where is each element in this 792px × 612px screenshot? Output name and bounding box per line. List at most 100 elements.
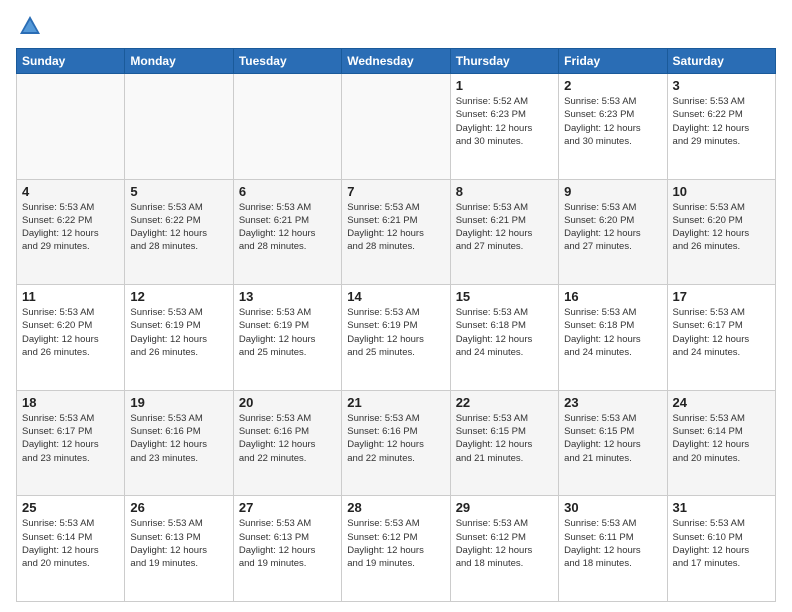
day-number: 17 (673, 289, 770, 304)
cell-details: Sunrise: 5:53 AMSunset: 6:15 PMDaylight:… (456, 412, 553, 465)
calendar-cell: 2 Sunrise: 5:53 AMSunset: 6:23 PMDaylight… (559, 74, 667, 180)
calendar-cell: 27 Sunrise: 5:53 AMSunset: 6:13 PMDayligh… (233, 496, 341, 602)
cell-details: Sunrise: 5:53 AMSunset: 6:20 PMDaylight:… (673, 201, 770, 254)
day-header-wednesday: Wednesday (342, 49, 450, 74)
day-number: 4 (22, 184, 119, 199)
calendar-cell (233, 74, 341, 180)
day-number: 25 (22, 500, 119, 515)
calendar-cell: 25Sunrise: 5:53 AMSunset: 6:14 PMDayligh… (17, 496, 125, 602)
day-number: 11 (22, 289, 119, 304)
week-row-0: 1 Sunrise: 5:52 AMSunset: 6:23 PMDaylight… (17, 74, 776, 180)
week-row-1: 4 Sunrise: 5:53 AMSunset: 6:22 PMDaylight… (17, 179, 776, 285)
calendar-cell: 30 Sunrise: 5:53 AMSunset: 6:11 PMDayligh… (559, 496, 667, 602)
day-number: 13 (239, 289, 336, 304)
week-row-4: 25Sunrise: 5:53 AMSunset: 6:14 PMDayligh… (17, 496, 776, 602)
calendar-cell: 1 Sunrise: 5:52 AMSunset: 6:23 PMDaylight… (450, 74, 558, 180)
day-header-thursday: Thursday (450, 49, 558, 74)
calendar-cell: 19 Sunrise: 5:53 AMSunset: 6:16 PMDayligh… (125, 390, 233, 496)
cell-details: Sunrise: 5:53 AMSunset: 6:19 PMDaylight:… (347, 306, 444, 359)
cell-details: Sunrise: 5:53 AMSunset: 6:16 PMDaylight:… (130, 412, 227, 465)
cell-details: Sunrise: 5:53 AMSunset: 6:17 PMDaylight:… (673, 306, 770, 359)
cell-details: Sunrise: 5:53 AMSunset: 6:13 PMDaylight:… (239, 517, 336, 570)
calendar-header-row: SundayMondayTuesdayWednesdayThursdayFrid… (17, 49, 776, 74)
header (16, 12, 776, 40)
calendar-cell: 21Sunrise: 5:53 AMSunset: 6:16 PMDayligh… (342, 390, 450, 496)
day-number: 7 (347, 184, 444, 199)
calendar-cell: 6 Sunrise: 5:53 AMSunset: 6:21 PMDaylight… (233, 179, 341, 285)
day-number: 6 (239, 184, 336, 199)
day-number: 20 (239, 395, 336, 410)
cell-details: Sunrise: 5:53 AMSunset: 6:21 PMDaylight:… (456, 201, 553, 254)
day-header-tuesday: Tuesday (233, 49, 341, 74)
day-number: 27 (239, 500, 336, 515)
cell-details: Sunrise: 5:53 AMSunset: 6:20 PMDaylight:… (22, 306, 119, 359)
day-number: 9 (564, 184, 661, 199)
day-number: 23 (564, 395, 661, 410)
calendar-cell: 16 Sunrise: 5:53 AMSunset: 6:18 PMDayligh… (559, 285, 667, 391)
cell-details: Sunrise: 5:53 AMSunset: 6:21 PMDaylight:… (239, 201, 336, 254)
calendar-cell: 31Sunrise: 5:53 AMSunset: 6:10 PMDayligh… (667, 496, 775, 602)
calendar-cell: 23 Sunrise: 5:53 AMSunset: 6:15 PMDayligh… (559, 390, 667, 496)
calendar-cell: 24 Sunrise: 5:53 AMSunset: 6:14 PMDayligh… (667, 390, 775, 496)
day-number: 22 (456, 395, 553, 410)
calendar-cell: 10 Sunrise: 5:53 AMSunset: 6:20 PMDayligh… (667, 179, 775, 285)
day-number: 29 (456, 500, 553, 515)
logo (16, 12, 48, 40)
day-number: 12 (130, 289, 227, 304)
cell-details: Sunrise: 5:53 AMSunset: 6:18 PMDaylight:… (564, 306, 661, 359)
day-number: 19 (130, 395, 227, 410)
calendar-cell: 15 Sunrise: 5:53 AMSunset: 6:18 PMDayligh… (450, 285, 558, 391)
calendar-cell: 13 Sunrise: 5:53 AMSunset: 6:19 PMDayligh… (233, 285, 341, 391)
calendar-table: SundayMondayTuesdayWednesdayThursdayFrid… (16, 48, 776, 602)
day-number: 1 (456, 78, 553, 93)
day-number: 8 (456, 184, 553, 199)
day-number: 14 (347, 289, 444, 304)
day-header-monday: Monday (125, 49, 233, 74)
cell-details: Sunrise: 5:53 AMSunset: 6:12 PMDaylight:… (456, 517, 553, 570)
cell-details: Sunrise: 5:53 AMSunset: 6:13 PMDaylight:… (130, 517, 227, 570)
calendar-cell: 11 Sunrise: 5:53 AMSunset: 6:20 PMDayligh… (17, 285, 125, 391)
cell-details: Sunrise: 5:53 AMSunset: 6:14 PMDaylight:… (673, 412, 770, 465)
calendar-cell: 28 Sunrise: 5:53 AMSunset: 6:12 PMDayligh… (342, 496, 450, 602)
cell-details: Sunrise: 5:53 AMSunset: 6:18 PMDaylight:… (456, 306, 553, 359)
day-number: 18 (22, 395, 119, 410)
calendar-cell (17, 74, 125, 180)
calendar-cell (342, 74, 450, 180)
day-header-saturday: Saturday (667, 49, 775, 74)
cell-details: Sunrise: 5:53 AMSunset: 6:22 PMDaylight:… (673, 95, 770, 148)
cell-details: Sunrise: 5:53 AMSunset: 6:19 PMDaylight:… (239, 306, 336, 359)
calendar-cell: 22 Sunrise: 5:53 AMSunset: 6:15 PMDayligh… (450, 390, 558, 496)
cell-details: Sunrise: 5:53 AMSunset: 6:15 PMDaylight:… (564, 412, 661, 465)
day-number: 28 (347, 500, 444, 515)
calendar-cell: 20Sunrise: 5:53 AMSunset: 6:16 PMDayligh… (233, 390, 341, 496)
day-number: 10 (673, 184, 770, 199)
calendar-cell: 9Sunrise: 5:53 AMSunset: 6:20 PMDaylight… (559, 179, 667, 285)
day-number: 16 (564, 289, 661, 304)
calendar-cell: 8 Sunrise: 5:53 AMSunset: 6:21 PMDaylight… (450, 179, 558, 285)
calendar-cell: 7 Sunrise: 5:53 AMSunset: 6:21 PMDaylight… (342, 179, 450, 285)
calendar-cell: 14 Sunrise: 5:53 AMSunset: 6:19 PMDayligh… (342, 285, 450, 391)
day-number: 30 (564, 500, 661, 515)
cell-details: Sunrise: 5:53 AMSunset: 6:22 PMDaylight:… (130, 201, 227, 254)
cell-details: Sunrise: 5:53 AMSunset: 6:12 PMDaylight:… (347, 517, 444, 570)
day-number: 21 (347, 395, 444, 410)
cell-details: Sunrise: 5:53 AMSunset: 6:22 PMDaylight:… (22, 201, 119, 254)
cell-details: Sunrise: 5:53 AMSunset: 6:19 PMDaylight:… (130, 306, 227, 359)
day-number: 3 (673, 78, 770, 93)
cell-details: Sunrise: 5:53 AMSunset: 6:11 PMDaylight:… (564, 517, 661, 570)
calendar-cell: 3 Sunrise: 5:53 AMSunset: 6:22 PMDaylight… (667, 74, 775, 180)
cell-details: Sunrise: 5:53 AMSunset: 6:21 PMDaylight:… (347, 201, 444, 254)
day-number: 26 (130, 500, 227, 515)
day-header-friday: Friday (559, 49, 667, 74)
cell-details: Sunrise: 5:53 AMSunset: 6:23 PMDaylight:… (564, 95, 661, 148)
cell-details: Sunrise: 5:52 AMSunset: 6:23 PMDaylight:… (456, 95, 553, 148)
day-header-sunday: Sunday (17, 49, 125, 74)
day-number: 24 (673, 395, 770, 410)
cell-details: Sunrise: 5:53 AMSunset: 6:10 PMDaylight:… (673, 517, 770, 570)
calendar-cell: 5Sunrise: 5:53 AMSunset: 6:22 PMDaylight… (125, 179, 233, 285)
calendar-cell (125, 74, 233, 180)
day-number: 15 (456, 289, 553, 304)
day-number: 2 (564, 78, 661, 93)
week-row-3: 18Sunrise: 5:53 AMSunset: 6:17 PMDayligh… (17, 390, 776, 496)
page: SundayMondayTuesdayWednesdayThursdayFrid… (0, 0, 792, 612)
